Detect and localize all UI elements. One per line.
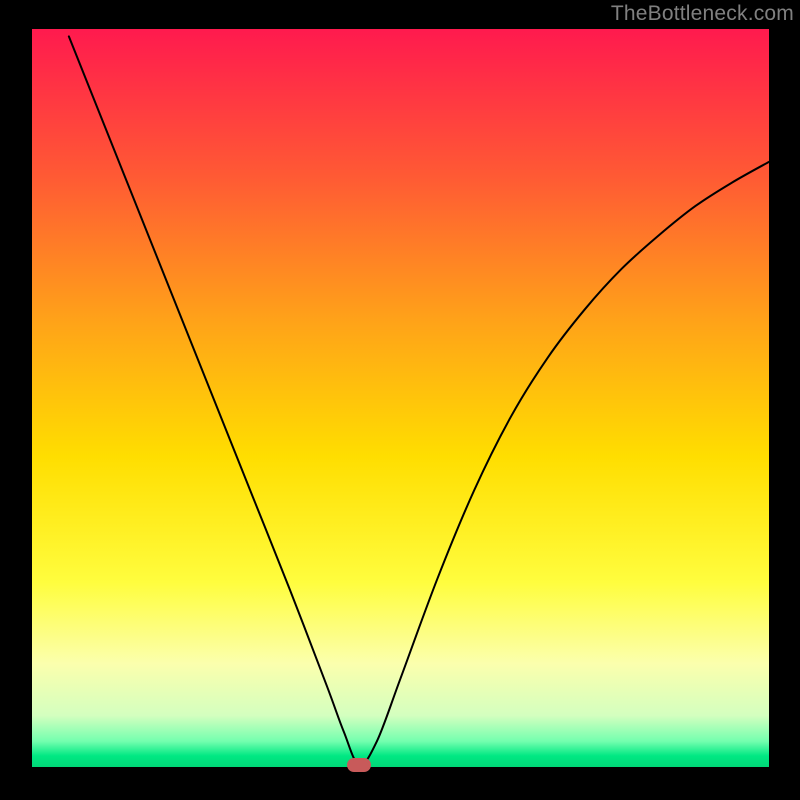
watermark-text: TheBottleneck.com bbox=[611, 2, 794, 26]
chart-svg bbox=[32, 29, 769, 767]
bottleneck-min-marker bbox=[347, 758, 371, 772]
gradient-background bbox=[32, 29, 769, 767]
chart-container: TheBottleneck.com bbox=[0, 0, 800, 800]
plot-area bbox=[32, 29, 769, 767]
